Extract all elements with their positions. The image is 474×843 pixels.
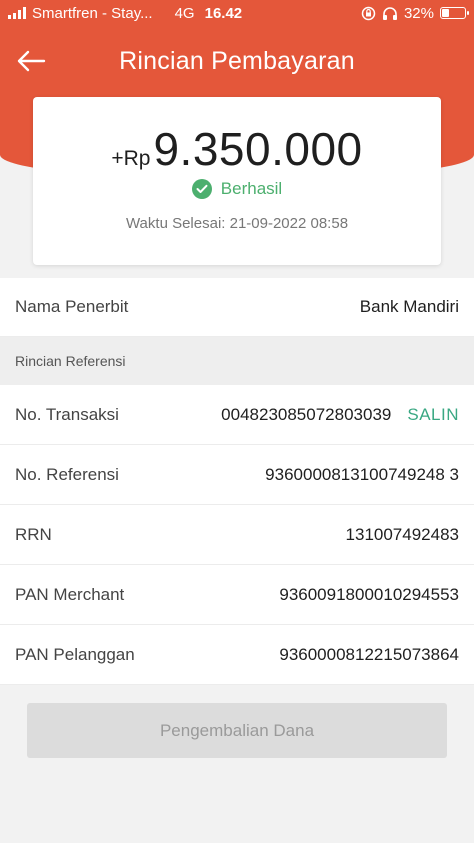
reference-value: 9360000813100749248 3 (265, 464, 459, 484)
pan-customer-value: 9360000812215073864 (279, 644, 459, 664)
clock: 16.42 (204, 4, 243, 22)
amount-card: +Rp 9.350.000 Berhasil Waktu Selesai: 21… (33, 97, 441, 265)
transaction-label: No. Transaksi (15, 404, 119, 424)
orientation-lock-icon (361, 6, 376, 20)
status-row: Berhasil (191, 179, 283, 199)
check-circle-icon (191, 179, 212, 199)
navigation-bar: Rincian Pembayaran (0, 38, 474, 84)
rrn-row: RRN 131007492483 (0, 505, 474, 565)
transaction-row: No. Transaksi 004823085072803039 SALIN (0, 385, 474, 445)
issuer-label: Nama Penerbit (15, 297, 129, 316)
pan-merchant-row: PAN Merchant 9360091800010294553 (0, 565, 474, 625)
pan-merchant-value: 9360091800010294553 (279, 584, 459, 604)
battery-level (442, 9, 450, 17)
amount-value: 9.350.000 (153, 123, 363, 175)
headphones-icon (382, 6, 397, 20)
details-list: Nama Penerbit Bank Mandiri Rincian Refer… (0, 278, 474, 685)
status-badge: Berhasil (220, 179, 283, 198)
pan-merchant-label: PAN Merchant (15, 584, 125, 604)
page-title: Rincian Pembayaran (119, 46, 355, 75)
amount-prefix: +Rp (111, 147, 151, 170)
rrn-value: 131007492483 (345, 524, 459, 544)
issuer-row: Nama Penerbit Bank Mandiri (0, 278, 474, 337)
battery-icon (440, 7, 469, 19)
amount-row: +Rp 9.350.000 (111, 123, 362, 175)
pan-customer-row: PAN Pelanggan 9360000812215073864 (0, 625, 474, 685)
issuer-value: Bank Mandiri (359, 297, 459, 316)
reference-row: No. Referensi 9360000813100749248 3 (0, 445, 474, 505)
battery-percent: 32% (403, 4, 434, 22)
section-header: Rincian Referensi (0, 337, 474, 385)
status-bar: Smartfren - Stay... 4G 16.42 32% (0, 0, 474, 26)
refund-button[interactable]: Pengembalian Dana (27, 703, 447, 758)
completed-time: Waktu Selesai: 21-09-2022 08:58 (125, 215, 349, 232)
transaction-value: 004823085072803039 (221, 404, 392, 424)
arrow-left-icon (17, 50, 46, 72)
reference-label: No. Referensi (15, 464, 119, 484)
copy-button[interactable]: SALIN (407, 405, 459, 425)
pan-customer-label: PAN Pelanggan (15, 644, 135, 664)
rrn-label: RRN (15, 524, 52, 544)
signal-icon (8, 7, 26, 19)
carrier-name: Smartfren - Stay... (32, 4, 153, 22)
network-type: 4G (174, 4, 195, 22)
back-button[interactable] (14, 46, 48, 76)
